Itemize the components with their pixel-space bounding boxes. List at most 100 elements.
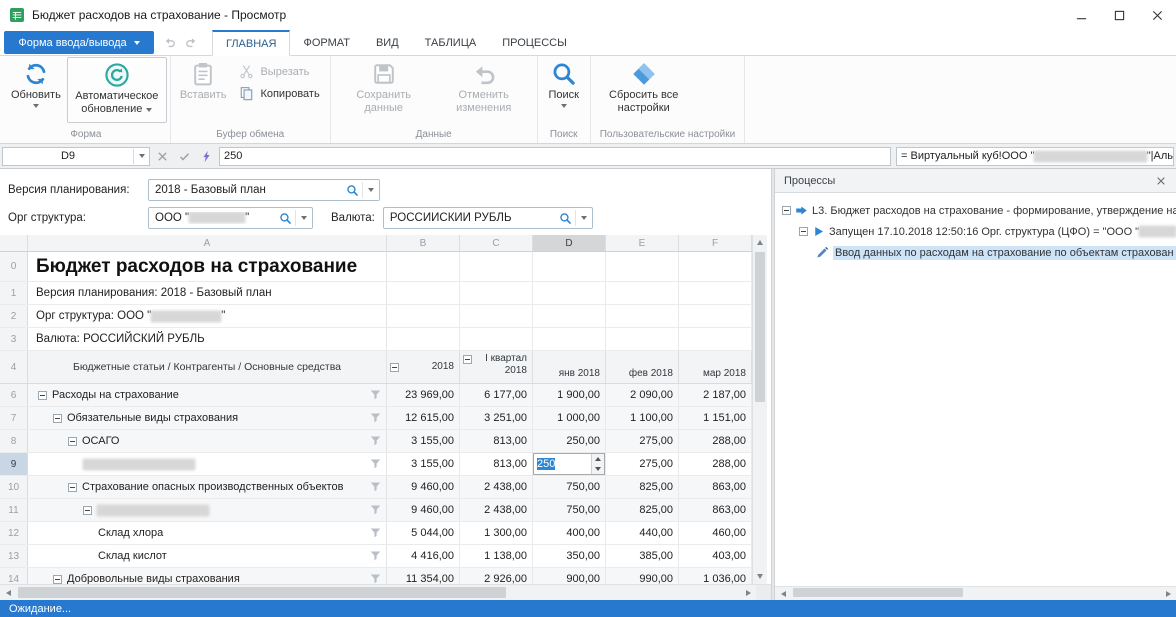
cell-F6[interactable]: 2 187,00 (679, 384, 752, 406)
cell-D14[interactable]: 900,00 (533, 568, 606, 584)
formula-input[interactable]: 250 (219, 147, 891, 166)
search-icon[interactable] (279, 212, 292, 225)
scrollbar-track[interactable] (791, 586, 1160, 601)
spinner-up-button[interactable] (592, 454, 604, 464)
cell-C7[interactable]: 3 251,00 (460, 407, 533, 429)
cell-B9[interactable]: 3 155,00 (387, 453, 460, 475)
collapse-toggle-icon[interactable] (38, 391, 47, 400)
column-header-D[interactable]: D (533, 235, 606, 252)
function-wizard-button[interactable] (197, 147, 216, 166)
scroll-right-button[interactable] (740, 585, 756, 600)
cell-A2[interactable]: Орг структура: ООО "" (28, 305, 387, 327)
row-number-13[interactable]: 13 (0, 545, 28, 567)
cell-E3[interactable] (606, 328, 679, 350)
row-number-14[interactable]: 14 (0, 568, 28, 584)
column-header-B[interactable]: B (387, 235, 460, 252)
cell-B14[interactable]: 11 354,00 (387, 568, 460, 584)
cell-D2[interactable] (533, 305, 606, 327)
row-number-4[interactable]: 4 (0, 351, 28, 383)
scrollbar-track[interactable] (16, 585, 740, 600)
cell-A14[interactable]: Добровольные виды страхования (28, 568, 387, 584)
cell-D10[interactable]: 750,00 (533, 476, 606, 498)
cell-C8[interactable]: 813,00 (460, 430, 533, 452)
collapse-toggle-icon[interactable] (463, 355, 472, 364)
cell-E11[interactable]: 825,00 (606, 499, 679, 521)
cell-C13[interactable]: 1 138,00 (460, 545, 533, 567)
cell-F2[interactable] (679, 305, 752, 327)
row-number-3[interactable]: 3 (0, 328, 28, 350)
tab-table[interactable]: ТАБЛИЦА (412, 30, 490, 55)
tab-processes[interactable]: ПРОЦЕССЫ (489, 30, 580, 55)
close-panel-button[interactable] (1152, 172, 1170, 190)
cell-edit-input[interactable]: 250 (534, 454, 591, 474)
cell-C1[interactable] (460, 282, 533, 304)
cell-D6[interactable]: 1 900,00 (533, 384, 606, 406)
cell-B2[interactable] (387, 305, 460, 327)
cell-C2[interactable] (460, 305, 533, 327)
tab-view[interactable]: ВИД (363, 30, 412, 55)
org-structure-select[interactable]: ООО "" (148, 207, 313, 229)
planning-version-select[interactable]: 2018 - Базовый план (148, 179, 380, 201)
select-all-corner[interactable] (0, 235, 28, 252)
filter-icon[interactable] (370, 528, 381, 539)
cell-name-box[interactable]: D9 (2, 147, 150, 166)
cell-F9[interactable]: 288,00 (679, 453, 752, 475)
cell-D12[interactable]: 400,00 (533, 522, 606, 544)
cell-A6[interactable]: Расходы на страхование (28, 384, 387, 406)
cell-editor[interactable]: 250 (533, 453, 605, 475)
cell-B3[interactable] (387, 328, 460, 350)
cell-E8[interactable]: 275,00 (606, 430, 679, 452)
period-header-2[interactable]: янв 2018 (533, 351, 606, 383)
cell-F0[interactable] (679, 252, 752, 281)
cell-B11[interactable]: 9 460,00 (387, 499, 460, 521)
filter-icon[interactable] (370, 551, 381, 562)
collapse-toggle-icon[interactable] (782, 206, 791, 215)
cell-B1[interactable] (387, 282, 460, 304)
undo-button[interactable] (159, 33, 179, 53)
column-header-C[interactable]: C (460, 235, 533, 252)
cell-C6[interactable]: 6 177,00 (460, 384, 533, 406)
cell-E10[interactable]: 825,00 (606, 476, 679, 498)
period-header-4[interactable]: мар 2018 (679, 351, 752, 383)
cell-D11[interactable]: 750,00 (533, 499, 606, 521)
period-header-3[interactable]: фев 2018 (606, 351, 679, 383)
close-button[interactable] (1138, 0, 1176, 30)
scroll-right-button[interactable] (1160, 586, 1176, 601)
cell-D13[interactable]: 350,00 (533, 545, 606, 567)
chevron-down-icon[interactable] (296, 216, 312, 220)
cell-F3[interactable] (679, 328, 752, 350)
cell-F14[interactable]: 1 036,00 (679, 568, 752, 584)
cell-D8[interactable]: 250,00 (533, 430, 606, 452)
row-number-10[interactable]: 10 (0, 476, 28, 498)
chevron-down-icon[interactable] (134, 154, 149, 158)
search-button[interactable]: Поиск (541, 57, 587, 123)
collapse-toggle-icon[interactable] (68, 483, 77, 492)
cell-B6[interactable]: 23 969,00 (387, 384, 460, 406)
cell-F1[interactable] (679, 282, 752, 304)
column-header-F[interactable]: F (679, 235, 752, 252)
cell-D0[interactable] (533, 252, 606, 281)
cell-E7[interactable]: 1 100,00 (606, 407, 679, 429)
filter-icon[interactable] (370, 505, 381, 516)
collapse-toggle-icon[interactable] (799, 227, 808, 236)
cell-A9[interactable] (28, 453, 387, 475)
cell-F13[interactable]: 403,00 (679, 545, 752, 567)
row-number-12[interactable]: 12 (0, 522, 28, 544)
cell-B7[interactable]: 12 615,00 (387, 407, 460, 429)
cell-A7[interactable]: Обязательные виды страхования (28, 407, 387, 429)
row-number-9[interactable]: 9 (0, 453, 28, 475)
tab-format[interactable]: ФОРМАТ (290, 30, 363, 55)
row-number-7[interactable]: 7 (0, 407, 28, 429)
cell-A10[interactable]: Страхование опасных производственных объ… (28, 476, 387, 498)
maximize-button[interactable] (1100, 0, 1138, 30)
cell-D9-editor[interactable]: 250 (533, 453, 606, 475)
scroll-left-button[interactable] (775, 586, 791, 601)
save-data-button[interactable]: Сохранить данные (334, 57, 434, 123)
budget-items-header-cell[interactable]: Бюджетные статьи / Контрагенты / Основны… (28, 351, 387, 383)
chevron-down-icon[interactable] (576, 216, 592, 220)
cell-C3[interactable] (460, 328, 533, 350)
cell-E0[interactable] (606, 252, 679, 281)
cell-C9[interactable]: 813,00 (460, 453, 533, 475)
cell-A1[interactable]: Версия планирования: 2018 - Базовый план (28, 282, 387, 304)
cell-F8[interactable]: 288,00 (679, 430, 752, 452)
